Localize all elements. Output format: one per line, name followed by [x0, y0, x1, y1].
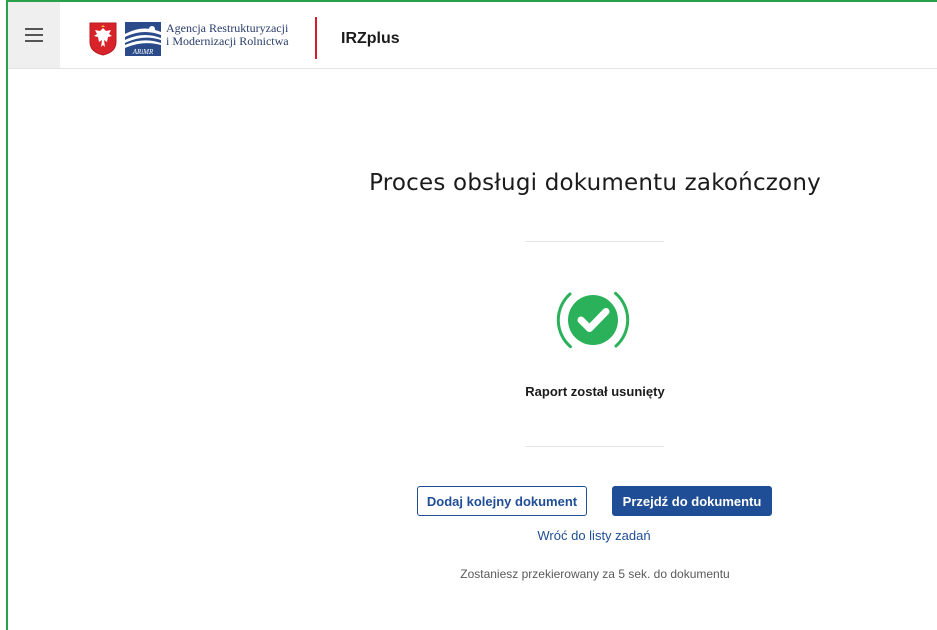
polish-eagle-emblem-icon	[89, 22, 117, 56]
page-frame	[6, 0, 937, 630]
app-title: IRZplus	[341, 30, 400, 47]
go-to-document-button[interactable]: Przejdź do dokumentu	[612, 486, 772, 516]
arimr-logo-icon: ARiMR	[125, 22, 161, 56]
status-message: Raport został usunięty	[525, 384, 665, 399]
page-title: Proces obsługi dokumentu zakończony	[369, 170, 821, 196]
hamburger-menu-button[interactable]	[8, 2, 60, 68]
check-circle-icon	[556, 291, 630, 349]
add-another-document-button[interactable]: Dodaj kolejny dokument	[417, 486, 587, 516]
agency-name: Agencja Restrukturyzacji i Modernizacji …	[166, 22, 289, 48]
svg-text:ARiMR: ARiMR	[132, 48, 154, 56]
app-header: ARiMR Agencja Restrukturyzacji i Moderni…	[8, 2, 937, 69]
back-to-task-list-link[interactable]: Wróć do listy zadań	[494, 528, 694, 543]
redirect-note: Zostaniesz przekierowany za 5 sek. do do…	[460, 567, 730, 581]
agency-name-line2: i Modernizacji Rolnictwa	[166, 34, 289, 48]
hamburger-menu-icon	[25, 28, 43, 42]
divider-bottom	[525, 446, 664, 447]
header-divider	[315, 17, 317, 59]
divider-top	[525, 241, 664, 242]
